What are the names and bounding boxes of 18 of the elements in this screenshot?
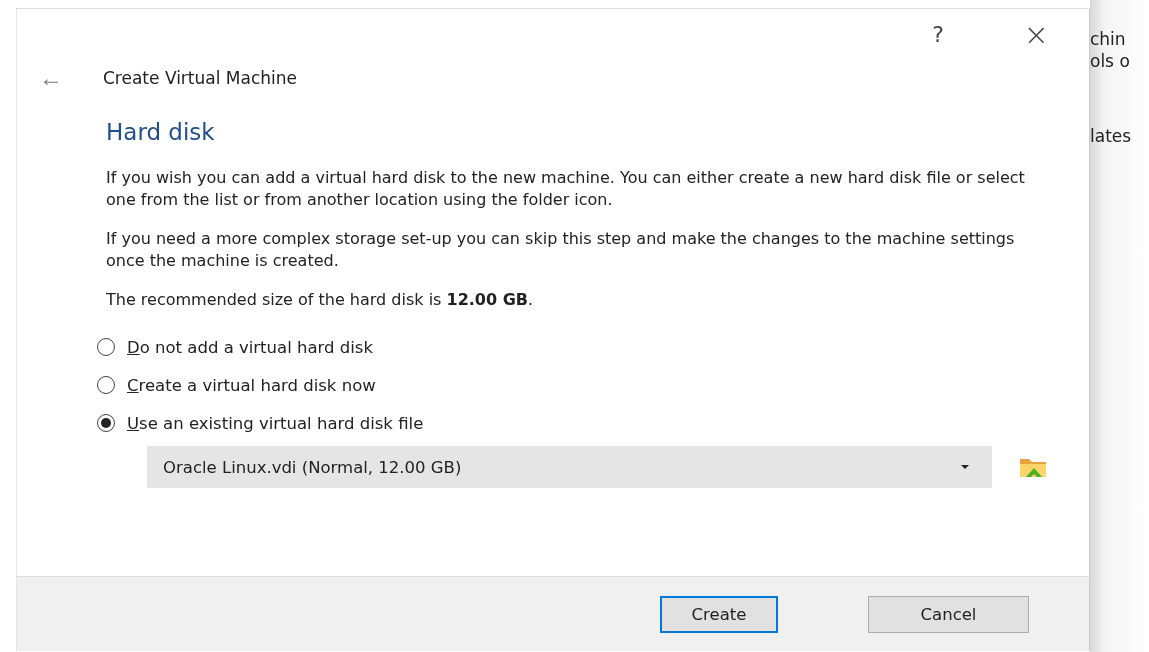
option-label[interactable]: Create a virtual hard disk now (127, 375, 376, 395)
dropdown-caret-icon (960, 464, 970, 470)
back-button[interactable]: ← (39, 64, 63, 92)
dialog-button[interactable]: Create (660, 595, 778, 633)
option-label[interactable]: Use an existing virtual hard disk file (127, 413, 424, 433)
close-button[interactable]: × (1023, 16, 1049, 52)
background-text: ols o (1090, 50, 1131, 72)
description-text: If you need a more complex storage set-up you can skip this step and make the changes to the machine settings once the machine is created. (106, 228, 1016, 272)
description-text: The recommended size of the hard disk is 12.00 GB. (106, 289, 535, 311)
help-button[interactable]: ? (932, 21, 944, 47)
option-label[interactable]: Do not add a virtual hard disk (127, 337, 373, 357)
dialog-button[interactable]: Cancel (868, 595, 1029, 633)
background-text: chin (1090, 28, 1127, 50)
background-text: lates (1090, 125, 1133, 147)
disk-dropdown[interactable]: Oracle Linux.vdi (Normal, 12.00 GB) (147, 446, 992, 488)
description-text: If you wish you can add a virtual hard disk to the new machine. You can either create a new hard disk file or select one from the list or from another location using the folder icon. (106, 167, 1026, 211)
dialog-title: Create Virtual Machine (103, 68, 297, 88)
page-heading: Hard disk (106, 119, 216, 145)
